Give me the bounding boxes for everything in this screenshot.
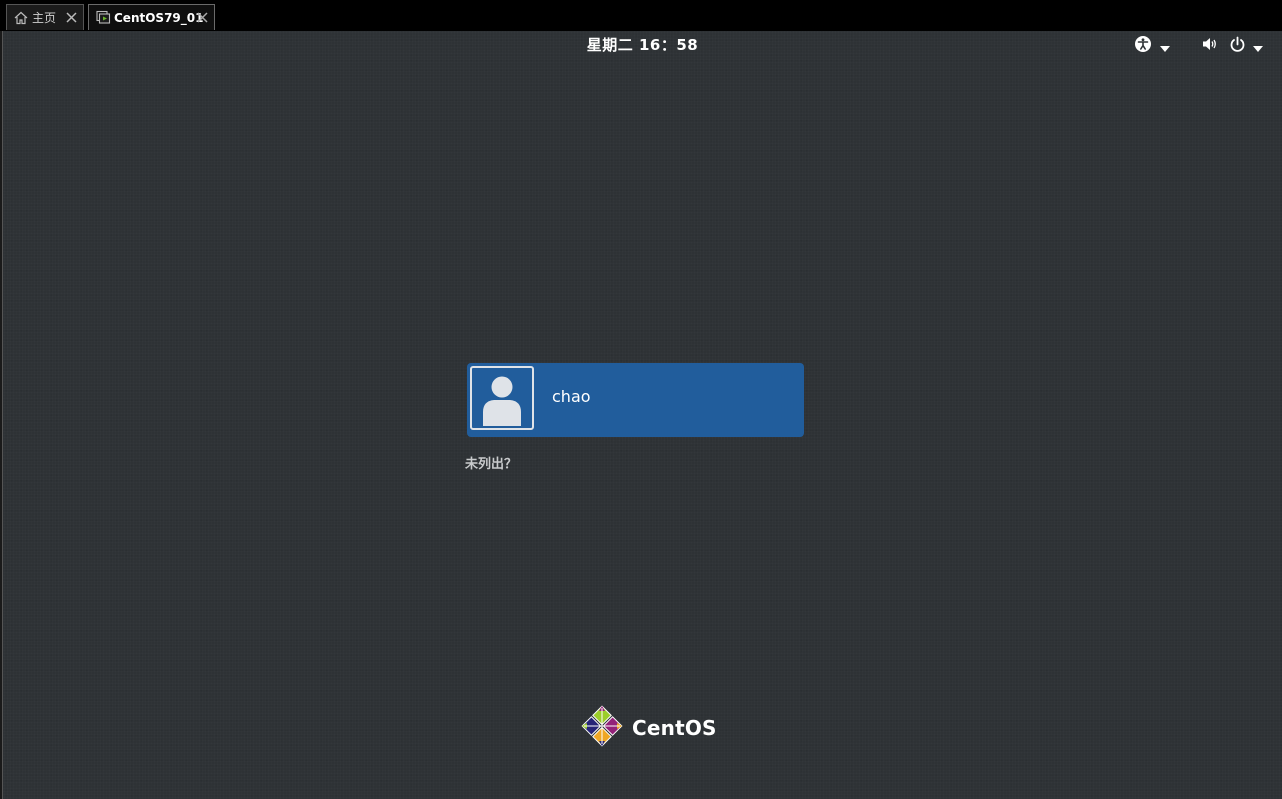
centos-logo-icon — [580, 704, 624, 752]
clock[interactable]: 星期二 16：58 — [3, 34, 1282, 55]
volume-icon — [1201, 35, 1219, 57]
accessibility-menu[interactable] — [1134, 35, 1170, 57]
accessibility-icon — [1134, 35, 1152, 57]
chevron-down-icon — [1160, 37, 1170, 56]
power-icon — [1229, 36, 1246, 57]
centos-logo-text: CentOS — [632, 716, 717, 740]
home-icon — [13, 10, 29, 26]
username-label: chao — [552, 387, 591, 406]
vm-icon — [95, 10, 111, 26]
tab-home-label: 主页 — [32, 11, 57, 25]
tab-centos79-01[interactable]: CentOS79_01 — [88, 4, 215, 30]
user-avatar-icon — [470, 366, 534, 430]
tab-centos79-01-label: CentOS79_01 — [114, 10, 204, 25]
vm-console[interactable]: 星期二 16：58 chao 未列出？ CentOS — [3, 31, 1282, 799]
tab-home[interactable]: 主页 — [6, 4, 84, 30]
centos-logo: CentOS — [580, 704, 717, 752]
not-listed-link[interactable]: 未列出？ — [465, 453, 517, 472]
close-icon[interactable] — [63, 9, 79, 25]
close-icon[interactable] — [194, 9, 210, 25]
user-list-item[interactable]: chao — [467, 363, 804, 437]
tab-bar: 主页 CentOS79_01 — [0, 0, 1282, 31]
system-menu[interactable] — [1201, 35, 1263, 57]
chevron-down-icon — [1253, 37, 1263, 56]
